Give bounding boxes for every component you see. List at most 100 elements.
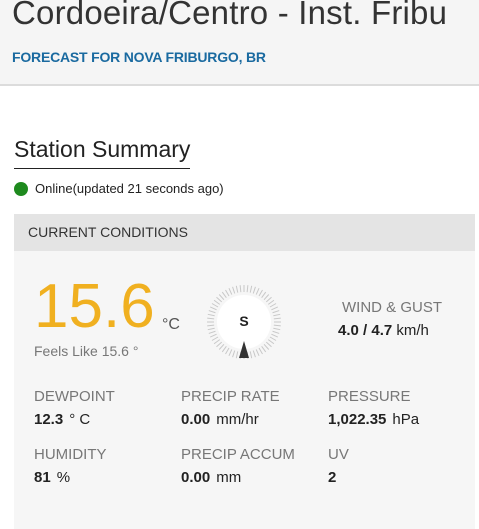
compass-tick [249, 351, 253, 359]
compass-tick [225, 289, 230, 297]
uv-label: UV [328, 446, 349, 463]
wind-gust-value: / 4.7 [363, 322, 393, 339]
humidity-reading: 81% [34, 469, 107, 486]
compass-tick [216, 296, 223, 303]
compass-tick [235, 285, 239, 293]
compass-tick [221, 291, 227, 299]
compass-tick [228, 287, 233, 295]
compass-tick [258, 289, 263, 297]
humidity-value: 81 [34, 469, 51, 486]
dewpoint-stat: DEWPOINT 12.3 ° C [34, 388, 115, 428]
compass-dial: S [207, 285, 281, 359]
compass-tick [228, 349, 233, 357]
compass-tick [218, 294, 225, 301]
humidity-label: HUMIDITY [34, 446, 107, 463]
compass-tick [207, 317, 215, 320]
station-status: Online(updated 21 seconds ago) [14, 181, 224, 196]
dewpoint-label: DEWPOINT [34, 388, 115, 405]
temperature-value: 15.6 [34, 272, 155, 341]
pressure-unit: hPa [392, 411, 420, 428]
compass-tick [267, 339, 275, 345]
compass-tick [209, 306, 217, 311]
pressure-reading: 1,022.35 hPa [328, 411, 419, 428]
compass-tick [207, 324, 215, 327]
compass-tick [235, 351, 239, 359]
compass-tick [265, 296, 272, 303]
compass-tick [218, 343, 225, 350]
compass-tick [246, 285, 249, 293]
wind-direction-label: S [239, 313, 248, 329]
compass-tick [263, 294, 270, 301]
compass-tick [273, 324, 281, 327]
compass-tick [272, 330, 280, 334]
dewpoint-unit: ° C [69, 411, 91, 428]
precip-rate-value: 0.00 [181, 411, 211, 428]
compass-tick [213, 299, 221, 305]
precip-accum-value: 0.00 [181, 469, 211, 486]
online-status-icon [14, 181, 28, 196]
compass-tick [261, 345, 267, 353]
pressure-stat: PRESSURE 1,022.35 hPa [328, 388, 419, 428]
compass-tick [273, 313, 281, 317]
precip-accum-label: PRECIP ACCUM [181, 446, 295, 463]
uv-value: 2 [328, 469, 337, 486]
humidity-unit: % [56, 469, 71, 486]
humidity-stat: HUMIDITY 81% [34, 446, 107, 486]
forecast-link[interactable]: FORECAST FOR NOVA FRIBURGO, BR [12, 49, 266, 65]
station-summary-title: Station Summary [14, 136, 191, 169]
compass-tick [261, 291, 267, 299]
current-conditions-header: CURRENT CONDITIONS [14, 214, 475, 251]
compass-tick [273, 327, 281, 331]
station-title: Cordoeira/Centro - Inst. Fribu [12, 0, 448, 31]
compass-tick [225, 347, 230, 355]
compass-tick [211, 336, 219, 341]
dewpoint-reading: 12.3 ° C [34, 411, 115, 428]
wind-compass-icon: S [204, 282, 284, 362]
status-text: Online(updated 21 seconds ago) [35, 181, 224, 196]
compass-tick [209, 333, 217, 338]
compass-tick [208, 310, 216, 314]
compass-tick [208, 330, 216, 334]
current-conditions-panel: CURRENT CONDITIONS 15.6 °C Feels Like 15… [14, 214, 475, 529]
dewpoint-value: 12.3 [34, 411, 64, 428]
precip-rate-label: PRECIP RATE [181, 388, 280, 405]
wind-speed-value: 4.0 [338, 322, 359, 339]
wind-unit: km/h [396, 322, 429, 339]
compass-tick [232, 350, 236, 358]
uv-stat: UV 2 [328, 446, 349, 486]
wind-gust-values: 4.0 / 4.7 km/h [338, 322, 429, 339]
precip-rate-unit: mm/hr [216, 411, 259, 428]
compass-tick [252, 286, 256, 294]
compass-tick [255, 349, 260, 357]
compass-tick [267, 299, 275, 305]
compass-tick [211, 303, 219, 308]
compass-tick [252, 350, 256, 358]
feels-like-text: Feels Like 15.6 ° [34, 343, 139, 359]
compass-tick [249, 285, 253, 293]
compass-tick [213, 339, 221, 345]
compass-tick [273, 317, 281, 320]
pressure-value: 1,022.35 [328, 411, 387, 428]
compass-tick [265, 341, 272, 348]
compass-tick [271, 306, 279, 311]
precip-accum-reading: 0.00 mm [181, 469, 295, 486]
compass-tick [216, 341, 223, 348]
compass-tick [207, 313, 215, 317]
station-header: Cordoeira/Centro - Inst. Fribu FORECAST … [0, 0, 479, 86]
compass-tick [269, 336, 277, 341]
compass-tick [263, 343, 270, 350]
compass-tick [239, 285, 242, 293]
compass-tick [258, 347, 263, 355]
compass-tick [207, 327, 215, 331]
pressure-label: PRESSURE [328, 388, 411, 405]
compass-tick [221, 345, 227, 353]
compass-tick [269, 303, 277, 308]
compass-tick [272, 310, 280, 314]
precip-rate-reading: 0.00 mm/hr [181, 411, 280, 428]
temperature-unit: °C [162, 316, 180, 333]
precip-accum-stat: PRECIP ACCUM 0.00 mm [181, 446, 295, 486]
precip-accum-unit: mm [216, 469, 242, 486]
compass-tick [255, 287, 260, 295]
precip-rate-stat: PRECIP RATE 0.00 mm/hr [181, 388, 280, 428]
wind-gust-label: WIND & GUST [342, 299, 442, 316]
